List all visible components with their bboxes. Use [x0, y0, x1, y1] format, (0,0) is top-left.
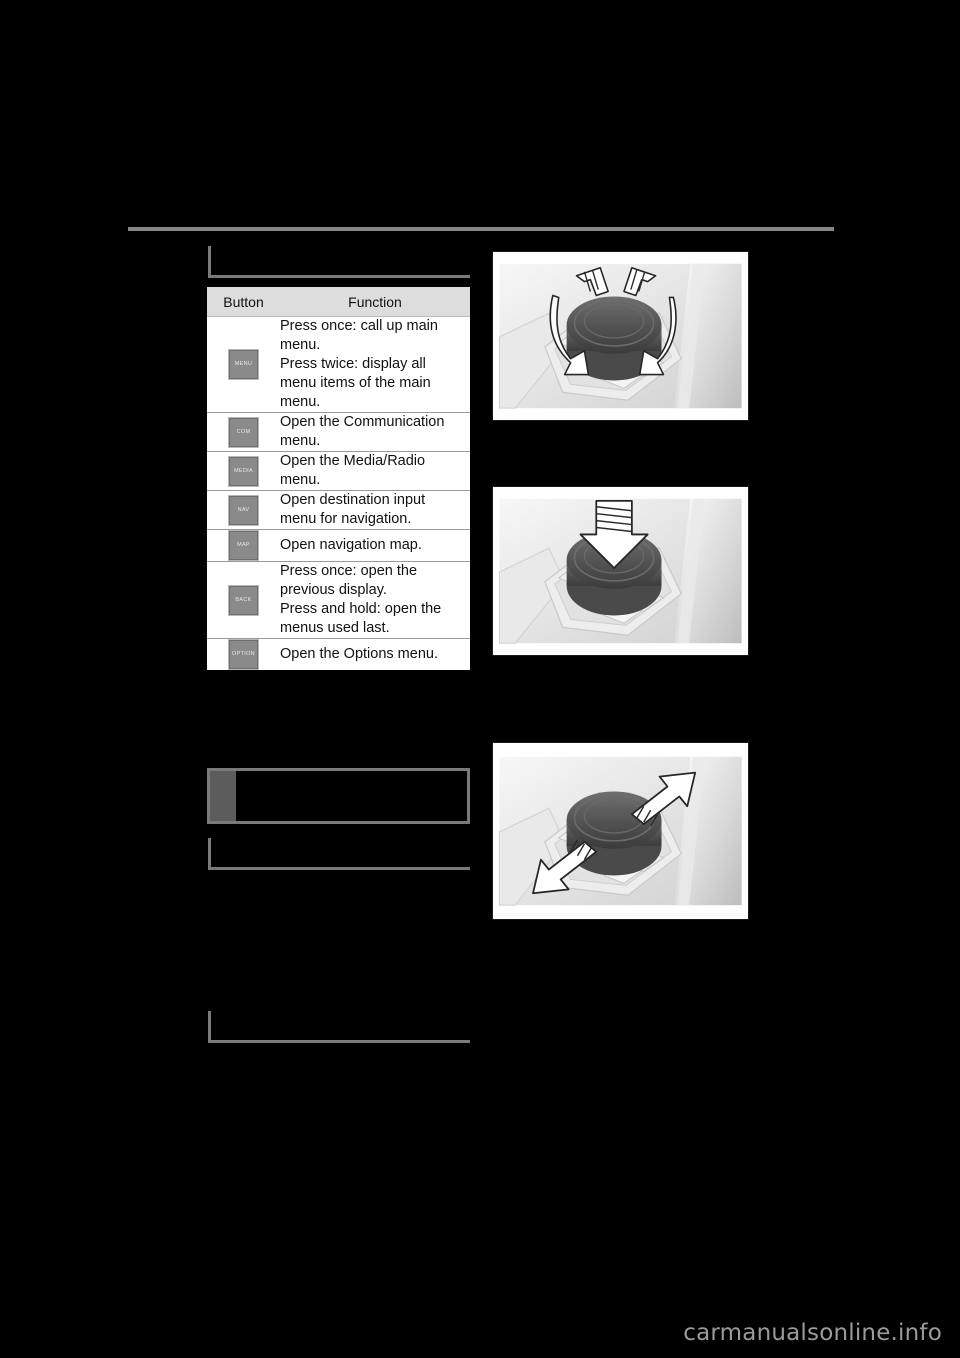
- function-line: Press once: call up main: [280, 318, 438, 334]
- button-key-menu-icon[interactable]: MENU: [228, 349, 259, 380]
- watermark: carmanualsonline.info: [683, 1320, 942, 1346]
- figure-controller-tilt: [492, 742, 749, 920]
- controller-press-illustration: [493, 487, 748, 655]
- function-line: menu.: [280, 337, 321, 353]
- table-row: COM Open the Communication menu.: [207, 412, 470, 452]
- table-row: MEDIA Open the Media/Radio menu.: [207, 451, 470, 491]
- button-function-table: Button Function MENU Press once: call up …: [207, 287, 470, 670]
- function-line: Press once: open the: [280, 563, 418, 579]
- button-key-option-icon[interactable]: OPTION: [228, 639, 259, 670]
- manual-page: Button Function MENU Press once: call up …: [0, 0, 960, 1358]
- table-row: BACK Press once: open the previous display…: [207, 561, 470, 639]
- function-line: Open the Communication: [280, 414, 445, 430]
- button-key-media-icon[interactable]: MEDIA: [228, 455, 259, 487]
- function-line: menu items of the main: [280, 375, 431, 391]
- table-row: MENU Press once: call up main menu. Press t…: [207, 316, 470, 413]
- function-line: previous display.: [280, 582, 387, 598]
- section-heading-1: [208, 246, 470, 278]
- function-line: menus used last.: [280, 620, 390, 636]
- cell-function: Open the Communication menu.: [280, 413, 470, 452]
- table-header-row: Button Function: [207, 287, 470, 317]
- page-top-rule: [128, 227, 834, 231]
- function-line: menu.: [280, 394, 321, 410]
- function-line: Press and hold: open the: [280, 601, 442, 617]
- note-box: [207, 768, 470, 824]
- table-header: Button Function: [207, 287, 470, 317]
- button-key-nav-icon[interactable]: NAV: [228, 494, 259, 526]
- cell-button: NAV: [207, 491, 280, 530]
- figure-controller-press: [492, 486, 749, 656]
- function-line: Open destination input: [280, 492, 426, 508]
- cell-function: Press once: open the previous display. Pre…: [280, 562, 470, 639]
- function-line: Open navigation map.: [280, 537, 422, 553]
- table-row: OPTION Open the Options menu.: [207, 638, 470, 671]
- button-key-back-icon[interactable]: BACK: [228, 584, 259, 616]
- note-icon: [210, 771, 236, 821]
- cell-button: OPTION: [207, 639, 280, 670]
- function-line: Open the Options menu.: [280, 646, 438, 662]
- button-key-com-icon[interactable]: COM: [228, 416, 259, 448]
- function-line: menu for navigation.: [280, 511, 412, 527]
- section-heading-3: [208, 1011, 470, 1043]
- function-line: Open the Media/Radio: [280, 453, 426, 469]
- cell-button: BACK: [207, 562, 280, 639]
- controller-tilt-illustration: [493, 743, 748, 919]
- column-header-function: Function: [280, 287, 470, 317]
- controller-rotate-illustration: [493, 252, 748, 420]
- cell-function: Open navigation map.: [280, 530, 470, 562]
- table-body: MENU Press once: call up main menu. Press t…: [207, 316, 470, 671]
- cell-function: Open destination input menu for navigatio…: [280, 491, 470, 530]
- cell-function: Open the Media/Radio menu.: [280, 452, 470, 491]
- cell-function: Open the Options menu.: [280, 639, 470, 671]
- function-line: menu.: [280, 433, 321, 449]
- section-heading-2: [208, 838, 470, 870]
- button-key-map-icon[interactable]: MAP: [228, 530, 259, 561]
- note-text: [236, 771, 467, 821]
- cell-button: MEDIA: [207, 452, 280, 491]
- cell-button: MENU: [207, 317, 280, 413]
- table-row: NAV Open destination input menu for naviga…: [207, 490, 470, 530]
- column-header-button: Button: [207, 287, 280, 317]
- function-line: menu.: [280, 472, 321, 488]
- cell-button: MAP: [207, 530, 280, 562]
- table-row: MAP Open navigation map.: [207, 529, 470, 562]
- cell-function: Press once: call up main menu. Press twice…: [280, 317, 470, 413]
- function-line: Press twice: display all: [280, 356, 426, 372]
- figure-controller-rotate: [492, 251, 749, 421]
- cell-button: COM: [207, 413, 280, 452]
